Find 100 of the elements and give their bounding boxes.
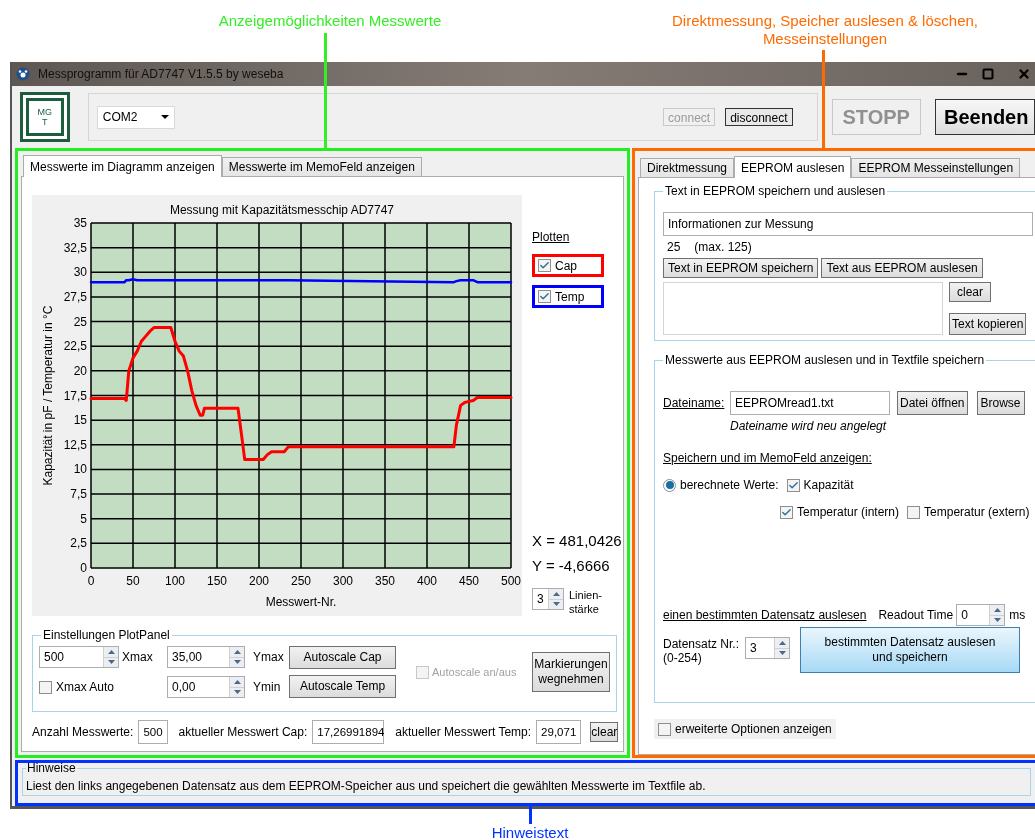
app-icon [16, 67, 30, 81]
x-tick-label: 400 [417, 574, 437, 588]
plot-toggle[interactable]: Temp [532, 285, 604, 308]
x-tick-label: 300 [333, 574, 353, 588]
checkbox-label: Autoscale an/aus [432, 664, 517, 680]
checkbox[interactable] [538, 259, 551, 272]
copy-text-button[interactable]: Text kopieren [949, 313, 1027, 335]
spin-field[interactable]: 0,00 [167, 676, 245, 698]
file-note: Dateiname wird neu angelegt [730, 418, 888, 435]
autoscale-temp-button[interactable]: Autoscale Temp [289, 675, 396, 698]
y-tick-label: 22,5 [63, 339, 87, 354]
tab[interactable]: Messwerte im MemoFeld anzeigen [221, 157, 422, 176]
checkbox[interactable] [780, 505, 793, 519]
field-label: Readout Time [878, 607, 954, 624]
spin-field[interactable]: 3 [745, 637, 790, 659]
tab[interactable]: Direktmessung [640, 158, 735, 177]
open-file-button[interactable]: Datei öffnen [897, 391, 968, 415]
cursor-readout: X = 481,0426 [532, 531, 622, 551]
x-tick-label: 200 [249, 574, 269, 588]
radio-button[interactable] [663, 478, 676, 492]
spin-field[interactable]: 500 [39, 646, 119, 668]
y-tick-label: 25 [73, 314, 87, 329]
x-tick-label: 450 [459, 574, 479, 588]
group-title: Hinweise [26, 760, 77, 777]
group-title: Text in EEPROM speichern und auslesen [664, 183, 887, 200]
down-arrow-icon [233, 690, 241, 695]
check-icon [787, 479, 799, 491]
character-count: 25 [667, 239, 681, 256]
check-icon [781, 506, 792, 518]
callout-label: Anzeigemöglichkeiten Messwerte [217, 12, 443, 30]
input-field[interactable]: 17,26991894 [312, 720, 385, 744]
check-icon [539, 260, 550, 271]
y-tick-label: 35 [73, 216, 87, 230]
x-tick-label: 50 [126, 574, 140, 588]
x-axis-title: Messwert-Nr. [265, 595, 337, 609]
eeprom-text-button[interactable]: Text in EEPROM speichern [663, 258, 819, 278]
y-tick-label: 7,5 [70, 487, 87, 502]
window-title: Messprogramm für AD7747 V1.5.5 by weseba [38, 66, 284, 83]
reading-label: Anzahl Messwerte: [32, 724, 134, 741]
plot-heading: Plotten [532, 229, 570, 246]
up-arrow-icon [107, 649, 115, 654]
clear-marks-button[interactable]: Markierungen wegnehmen [532, 652, 610, 692]
checkbox-label: Temperatur (extern) [924, 504, 1030, 521]
callout-label: Direktmessung, Speicher auslesen & löschen, Messeinstellungen [671, 12, 979, 48]
checkbox[interactable] [907, 505, 921, 519]
y-tick-label: 30 [73, 265, 87, 280]
tab[interactable]: EEPROM auslesen [734, 156, 852, 178]
x-tick-label: 100 [165, 574, 185, 588]
check-icon [539, 291, 550, 302]
autoscale-cap-button[interactable]: Autoscale Cap [289, 646, 396, 669]
memo-field[interactable] [663, 282, 943, 335]
input-field[interactable]: Informationen zur Messung [663, 212, 1034, 236]
clear-button[interactable]: clear [590, 722, 619, 742]
input-field[interactable]: 500 [138, 720, 168, 744]
spin-field[interactable]: 3 [532, 588, 564, 610]
checkbox[interactable] [39, 680, 52, 694]
x-tick-label: 150 [207, 574, 227, 588]
x-tick-label: 250 [291, 574, 311, 588]
reading-label: aktueller Messwert Temp: [395, 724, 532, 741]
input-field[interactable]: 29,071 [536, 720, 582, 744]
y-tick-label: 20 [73, 363, 87, 378]
field-label: Ymax [253, 649, 284, 666]
up-arrow-icon [552, 591, 560, 596]
up-arrow-icon [233, 649, 241, 654]
y-tick-label: 15 [73, 413, 87, 428]
chart-title: Messung mit Kapazitätsmesschip AD7747 [169, 203, 395, 217]
up-arrow-icon [233, 679, 241, 684]
y-tick-label: 17,5 [63, 388, 87, 403]
series-label: Temp [555, 288, 585, 306]
y-axis-title: Kapazität in pF / Temperatur in °C [41, 305, 55, 486]
plot-toggle[interactable]: Cap [532, 254, 604, 277]
unit-label: ms [1009, 607, 1026, 624]
y-tick-label: 0 [80, 561, 87, 575]
checkbox[interactable] [658, 722, 671, 736]
tab[interactable]: Messwerte im Diagramm anzeigen [23, 155, 222, 177]
quit-button[interactable]: Beenden [935, 99, 1035, 135]
caret-icon [160, 115, 169, 119]
port-dropdown[interactable]: COM2 [96, 105, 175, 129]
field-label: Xmax [122, 649, 153, 666]
section-heading: einen bestimmten Datensatz auslesen [663, 607, 867, 624]
checkbox-label: Temperatur (intern) [797, 504, 900, 521]
spin-field[interactable]: 35,00 [167, 646, 245, 668]
disconnect-button[interactable]: disconnect [725, 108, 793, 126]
y-tick-label: 12,5 [63, 437, 87, 452]
read-record-button[interactable]: bestimmten Datensatz auslesen und speichern [800, 627, 1020, 673]
checkbox[interactable] [786, 478, 800, 492]
group-title: Einstellungen PlotPanel [42, 627, 171, 644]
eeprom-text-button[interactable]: Text aus EEPROM auslesen [821, 258, 983, 278]
checkbox[interactable] [538, 290, 551, 303]
cursor-readout: Y = -4,6666 [532, 556, 611, 576]
browse-button[interactable]: Browse [976, 391, 1025, 415]
clear-button[interactable]: clear [949, 282, 991, 302]
input-field[interactable]: EEPROMread1.txt [730, 391, 890, 415]
tab[interactable]: EEPROM Messeinstellungen [851, 158, 1021, 177]
callout-label: Hinweistext [490, 824, 570, 840]
hint-text: Liest den links angegebenen Datensatz aus dem EEPROM-Speicher aus und speichert die gewählten Messwerte im Textfile ab. [26, 779, 706, 793]
group-title: Messwerte aus EEPROM auslesen und in Textfile speichern [664, 352, 986, 369]
up-arrow-icon [778, 640, 786, 645]
spin-field[interactable]: 0 [956, 604, 1006, 626]
character-limit: (max. 125) [694, 239, 752, 256]
